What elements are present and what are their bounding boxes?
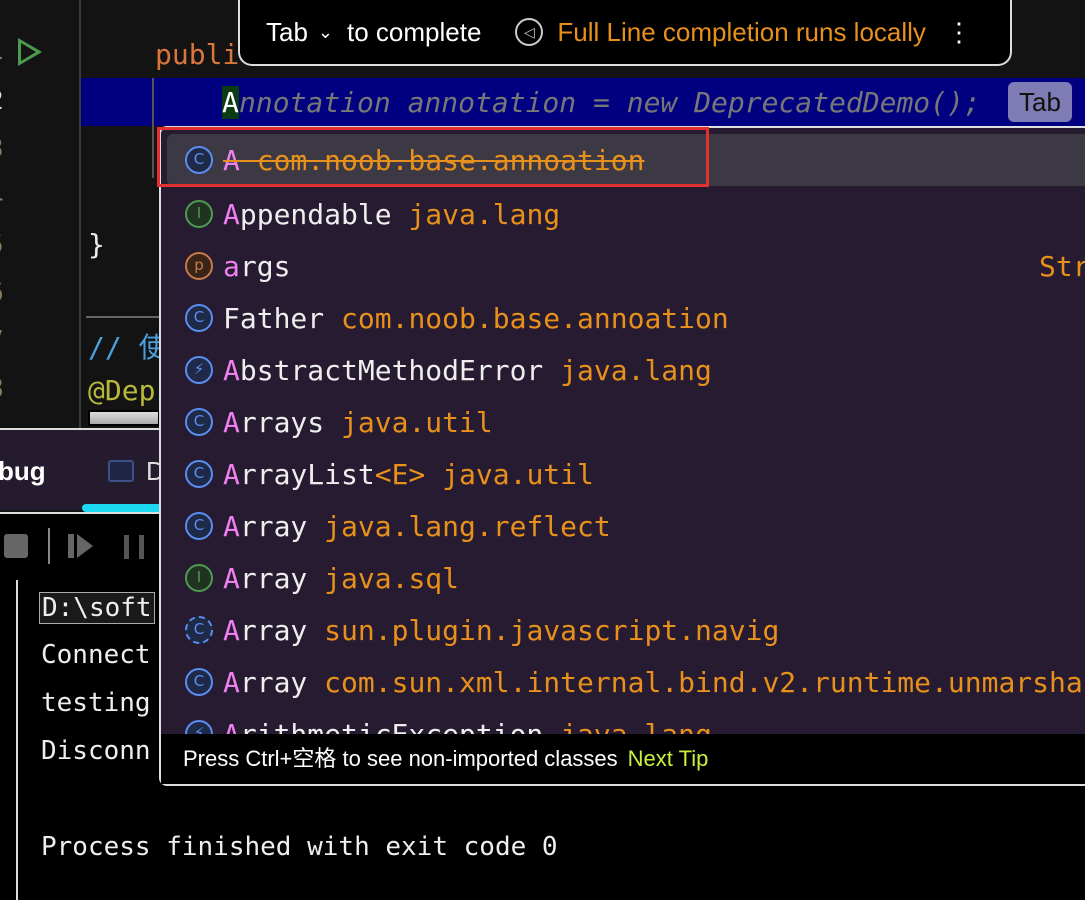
stop-icon[interactable]	[4, 534, 28, 558]
line-number: 5	[0, 230, 4, 260]
completion-item[interactable]: C Array com.sun.xml.internal.bind.v2.runt…	[167, 656, 1085, 708]
completion-item[interactable]: C ArrayList <E> java.util	[167, 448, 1085, 500]
local-completion-icon: ◁	[515, 18, 544, 46]
line-number: 8	[0, 374, 4, 404]
selection-highlight-box	[157, 127, 709, 187]
footer-hint: Press Ctrl+空格 to see non-imported classe…	[183, 746, 618, 771]
console-line: Disconn	[41, 736, 151, 766]
code-comment: // 使	[88, 331, 167, 364]
debug-title[interactable]: bug	[0, 456, 46, 487]
code-brace: }	[88, 228, 105, 261]
completion-item[interactable]: p args Str	[167, 240, 1085, 292]
inline-suggestion: nnotation annotation = new DeprecatedDem…	[239, 86, 981, 119]
completion-item[interactable]: C Father com.noob.base.annoation	[167, 292, 1085, 344]
line-number: 1	[0, 36, 4, 66]
console-line: Process finished with exit code 0	[41, 832, 558, 862]
tab-accept-badge[interactable]: Tab	[1008, 82, 1072, 122]
console-line: Connect	[41, 640, 151, 670]
info-text: Full Line completion runs locally	[557, 16, 926, 47]
exception-icon: ⚡	[185, 356, 213, 384]
full-line-completion-banner: Tab ⌄ to complete ◁ Full Line completion…	[238, 0, 1012, 66]
parameter-icon: p	[185, 252, 213, 280]
completion-item[interactable]: I Appendable java.lang	[167, 188, 1085, 240]
console-line: testing	[41, 688, 151, 718]
caret-char: A	[222, 86, 239, 119]
active-tab-underline	[82, 504, 162, 512]
class-icon: C	[185, 512, 213, 540]
gutter: 1 2 3 4 5 6 7 8	[0, 0, 81, 428]
divider	[48, 528, 50, 564]
console-line: D:\soft	[39, 592, 155, 624]
next-tip-link[interactable]: Next Tip	[628, 746, 709, 771]
more-menu-icon[interactable]: ⋮	[946, 17, 972, 48]
console-tab-icon	[108, 460, 134, 482]
completion-popup: CA com.noob.base.annoation I Appendable j…	[159, 126, 1085, 786]
chevron-down-icon[interactable]: ⌄	[318, 22, 333, 43]
line-number: 2	[0, 86, 4, 116]
completion-item[interactable]: C Arrays java.util	[167, 396, 1085, 448]
completion-footer: Press Ctrl+空格 to see non-imported classe…	[161, 734, 1085, 784]
debug-toolbar	[0, 512, 160, 580]
interface-icon: I	[185, 564, 213, 592]
complete-label: to complete	[347, 16, 482, 47]
class-icon: C	[185, 668, 213, 696]
class-icon: C	[185, 460, 213, 488]
indent-guide	[152, 78, 154, 178]
horizontal-scrollbar[interactable]	[88, 410, 160, 426]
completion-item[interactable]: ⚡ AbstractMethodError java.lang	[167, 344, 1085, 396]
line-number: 4	[0, 182, 4, 212]
completion-item[interactable]: C Array sun.plugin.javascript.navig	[167, 604, 1085, 656]
line-number: 6	[0, 278, 4, 308]
code-public: publi	[155, 38, 240, 71]
divider	[86, 316, 166, 318]
run-icon[interactable]	[18, 38, 42, 66]
resume-icon[interactable]	[68, 534, 93, 558]
class-icon: C	[185, 408, 213, 436]
tab-key-label[interactable]: Tab	[266, 17, 308, 48]
tool-window-header: bug D	[0, 428, 165, 512]
completion-item[interactable]: I Array java.sql	[167, 552, 1085, 604]
pause-icon[interactable]	[124, 535, 144, 559]
console-border	[16, 580, 18, 900]
class-icon: C	[185, 616, 213, 644]
completion-item[interactable]: C Array java.lang.reflect	[167, 500, 1085, 552]
line-number: 3	[0, 134, 4, 164]
line-number: 7	[0, 326, 4, 356]
class-icon: C	[185, 304, 213, 332]
interface-icon: I	[185, 200, 213, 228]
